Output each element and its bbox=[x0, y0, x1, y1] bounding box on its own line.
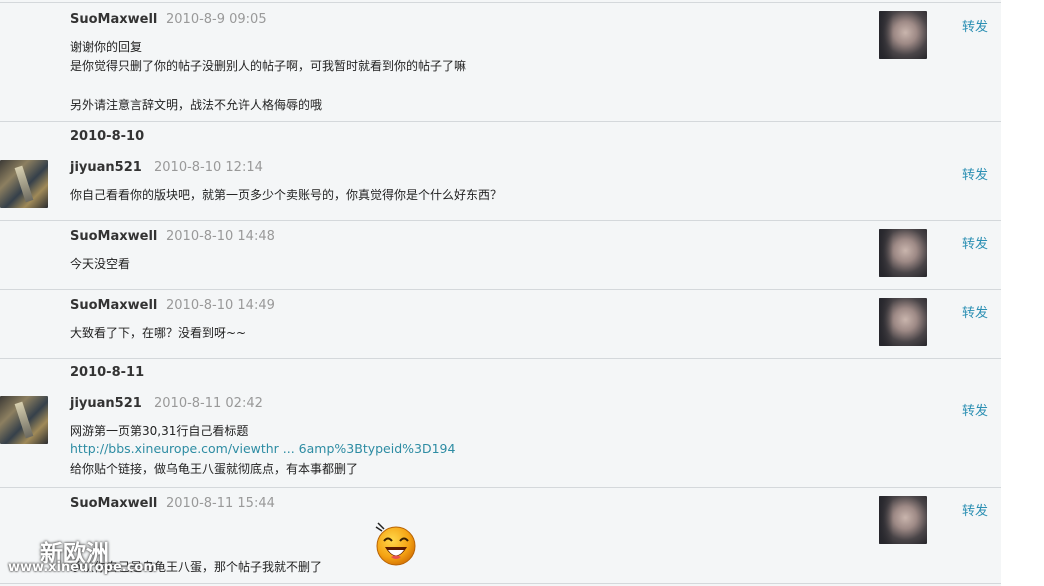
message-text: 另外请注意言辞文明，战法不允许人格侮辱的哦 bbox=[70, 98, 323, 112]
forward-link[interactable]: 转发 bbox=[962, 302, 988, 321]
divider bbox=[0, 358, 1001, 359]
forward-link[interactable]: 转发 bbox=[962, 400, 988, 419]
message-author[interactable]: SuoMaxwell bbox=[70, 298, 157, 313]
message-time: 2010-8-10 12:14 bbox=[154, 160, 263, 175]
message-text: 给你贴个链接，做乌龟王八蛋就彻底点，有本事都删了 bbox=[70, 462, 359, 476]
message-time: 2010-8-10 14:48 bbox=[166, 229, 275, 244]
message-text: 你自己看看你的版块吧，就第一页多少个卖账号的，你真觉得你是个什么好东西？ bbox=[70, 188, 503, 202]
avatar[interactable] bbox=[0, 160, 48, 208]
divider bbox=[0, 121, 1001, 122]
message-time: 2010-8-10 14:49 bbox=[166, 298, 275, 313]
forward-link[interactable]: 转发 bbox=[962, 500, 988, 519]
message-time: 2010-8-9 09:05 bbox=[166, 12, 267, 27]
message-time: 2010-8-11 02:42 bbox=[154, 396, 263, 411]
message-text: 网游第一页第30,31行自己看标题 bbox=[70, 424, 249, 438]
date-separator: 2010-8-11 bbox=[70, 365, 145, 380]
divider bbox=[0, 583, 1001, 584]
avatar[interactable] bbox=[879, 298, 927, 346]
forward-link[interactable]: 转发 bbox=[962, 16, 988, 35]
message-author[interactable]: SuoMaxwell bbox=[70, 496, 157, 511]
message-author[interactable]: SuoMaxwell bbox=[70, 229, 157, 244]
divider bbox=[0, 220, 1001, 221]
message-author[interactable]: SuoMaxwell bbox=[70, 12, 157, 27]
laughing-emoticon-icon bbox=[375, 522, 416, 566]
divider bbox=[0, 289, 1001, 290]
watermark-url: www.xineurope.com bbox=[8, 560, 157, 575]
date-separator: 2010-8-10 bbox=[70, 129, 145, 144]
forward-link[interactable]: 转发 bbox=[962, 233, 988, 252]
message-text: 今天没空看 bbox=[70, 257, 131, 271]
message-text: 是你觉得只删了你的帖子没删别人的帖子啊，可我暂时就看到你的帖子了嘛 bbox=[70, 59, 467, 73]
avatar[interactable] bbox=[879, 229, 927, 277]
avatar[interactable] bbox=[879, 496, 927, 544]
message-author[interactable]: jiyuan521 bbox=[70, 396, 142, 411]
message-text: 大致看了下，在哪？没看到呀~~ bbox=[70, 326, 247, 340]
divider bbox=[0, 2, 1001, 3]
forward-link[interactable]: 转发 bbox=[962, 164, 988, 183]
message-time: 2010-8-11 15:44 bbox=[166, 496, 275, 511]
divider bbox=[0, 487, 1001, 488]
message-text: 谢谢你的回复 bbox=[70, 40, 143, 54]
message-feed: SuoMaxwell 2010-8-9 09:05 谢谢你的回复 是你觉得只删了… bbox=[0, 0, 1001, 586]
avatar[interactable] bbox=[0, 396, 48, 444]
thread-link[interactable]: http://bbs.xineurope.com/viewthr ... 6am… bbox=[70, 441, 455, 456]
message-author[interactable]: jiyuan521 bbox=[70, 160, 142, 175]
avatar[interactable] bbox=[879, 11, 927, 59]
